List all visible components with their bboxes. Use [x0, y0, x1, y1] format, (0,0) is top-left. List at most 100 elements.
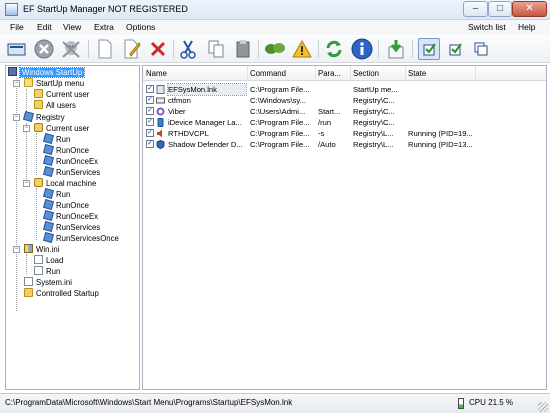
row-checkbox[interactable]: ✓ — [146, 96, 154, 104]
menu-help[interactable]: Help — [518, 22, 535, 32]
ini-file-icon — [24, 244, 33, 253]
toolbar-separator — [173, 40, 174, 58]
registry-key-icon — [42, 220, 55, 233]
registry-key-icon — [42, 231, 55, 244]
row-name: iDevice Manager La... — [168, 118, 242, 127]
row-checkbox[interactable]: ✓ — [146, 140, 154, 148]
column-header-name[interactable]: Name — [146, 69, 167, 78]
copy-icon[interactable] — [205, 38, 227, 60]
tree-node-runservices[interactable]: RunServices — [42, 165, 100, 178]
collapse-toggle[interactable]: − — [13, 246, 20, 253]
row-checkbox[interactable]: ✓ — [146, 118, 154, 126]
table-row[interactable]: ✓ iDevice Manager La... C:\Program File.… — [143, 117, 546, 128]
tree-pane[interactable]: Windows StartUp − StartUp menu Current u… — [5, 65, 140, 390]
menu-extra[interactable]: Extra — [94, 22, 114, 32]
tree-node-current-user-registry[interactable]: Current user — [34, 123, 89, 134]
registry-key-icon — [42, 132, 55, 145]
tree-node-windows-startup[interactable]: Windows StartUp — [8, 67, 86, 78]
tree-node-run[interactable]: Run — [42, 187, 70, 200]
column-divider[interactable] — [405, 66, 406, 81]
column-divider[interactable] — [350, 66, 351, 81]
tree-node-controlled-startup[interactable]: Controlled Startup — [24, 288, 99, 299]
maximize-button[interactable]: □ — [488, 1, 512, 17]
column-header-command[interactable]: Command — [250, 69, 286, 78]
column-header-state[interactable]: State — [408, 69, 426, 78]
row-section: StartUp me... — [353, 85, 398, 94]
tree-node-runonceex[interactable]: RunOnceEx — [42, 209, 98, 222]
folder-icon — [34, 89, 43, 98]
tree-node-run[interactable]: Run — [34, 266, 60, 277]
table-row[interactable]: ✓ RTHDVCPL C:\Program File... -s Registr… — [143, 128, 546, 139]
open-icon[interactable] — [6, 38, 28, 60]
edit-icon[interactable] — [121, 38, 143, 60]
menu-bar: File Edit View Extra Options Switch list… — [0, 20, 550, 35]
column-header-section[interactable]: Section — [353, 69, 379, 78]
table-row[interactable]: ✓ Viber C:\Users\Admi... Start... Regist… — [143, 106, 546, 117]
minimize-button[interactable]: – — [463, 1, 488, 17]
tree-node-runonce[interactable]: RunOnce — [42, 143, 89, 156]
leaves-icon[interactable] — [264, 38, 286, 60]
row-name: Viber — [168, 107, 186, 116]
file-icon — [156, 85, 165, 94]
menu-view[interactable]: View — [63, 22, 81, 32]
menu-file[interactable]: File — [10, 22, 24, 32]
tree-node-registry[interactable]: Registry — [22, 110, 65, 123]
cut-icon[interactable] — [177, 38, 199, 60]
tree-node-win-ini[interactable]: Win.ini — [24, 244, 59, 255]
stop-icon[interactable] — [33, 38, 55, 60]
column-divider[interactable] — [475, 66, 476, 81]
table-row[interactable]: ✓ EFSysMon.lnk C:\Program File... StartU… — [143, 83, 546, 96]
skull-icon[interactable] — [60, 38, 82, 60]
row-checkbox[interactable]: ✓ — [146, 85, 154, 93]
collapse-toggle[interactable]: − — [23, 125, 30, 132]
row-params: /run — [318, 118, 332, 127]
refresh-icon[interactable] — [323, 38, 345, 60]
menu-switch-list[interactable]: Switch list — [468, 22, 506, 32]
table-row[interactable]: ✓ ctfmon C:\Windows\sy... Registry\C... — [143, 95, 546, 106]
new-document-icon[interactable] — [94, 38, 116, 60]
column-divider[interactable] — [315, 66, 316, 81]
info-icon[interactable] — [351, 38, 373, 60]
collapse-toggle[interactable]: − — [13, 114, 20, 121]
checklist-icon[interactable] — [418, 38, 440, 60]
column-divider[interactable] — [247, 66, 248, 81]
row-checkbox[interactable]: ✓ — [146, 107, 154, 115]
tree-node-local-machine[interactable]: Local machine — [34, 178, 96, 189]
registry-key-icon — [42, 198, 55, 211]
status-path: C:\ProgramData\Microsoft\Windows\Start M… — [5, 398, 293, 407]
tree-line — [26, 123, 27, 187]
registry-key-icon — [42, 165, 55, 178]
tree-node-startup-menu[interactable]: StartUp menu — [24, 78, 84, 89]
table-row[interactable]: ✓ Shadow Defender D... C:\Program File..… — [143, 139, 546, 150]
tree-node-all-users[interactable]: All users — [34, 100, 76, 111]
close-button[interactable]: ✕ — [512, 1, 547, 17]
menu-edit[interactable]: Edit — [37, 22, 52, 32]
registry-key-icon — [42, 143, 55, 156]
collapse-toggle[interactable]: − — [13, 80, 20, 87]
tree-node-load[interactable]: Load — [34, 255, 63, 266]
check-icon[interactable] — [444, 38, 466, 60]
resize-grip[interactable] — [538, 402, 548, 412]
tree-node-run[interactable]: Run — [42, 132, 70, 145]
computer-icon — [34, 178, 43, 187]
tree-node-runservicesonce[interactable]: RunServicesOnce — [42, 231, 119, 244]
tree-node-runonceex[interactable]: RunOnceEx — [42, 154, 98, 167]
warning-icon[interactable] — [291, 38, 313, 60]
windows-icon[interactable] — [470, 38, 492, 60]
page-icon — [24, 277, 33, 286]
collapse-toggle[interactable]: − — [23, 180, 30, 187]
row-command: C:\Program File... — [250, 140, 310, 149]
download-icon[interactable] — [385, 38, 407, 60]
tree-node-current-user[interactable]: Current user — [34, 89, 89, 100]
tree-node-runonce[interactable]: RunOnce — [42, 198, 89, 211]
row-checkbox[interactable]: ✓ — [146, 129, 154, 137]
column-header-params[interactable]: Para... — [318, 69, 341, 78]
toolbar-separator — [412, 40, 413, 58]
tree-node-runservices[interactable]: RunServices — [42, 220, 100, 233]
status-bar: C:\ProgramData\Microsoft\Windows\Start M… — [0, 393, 550, 413]
tree-node-system-ini[interactable]: System.ini — [24, 277, 72, 288]
delete-icon[interactable] — [147, 38, 169, 60]
menu-options[interactable]: Options — [126, 22, 155, 32]
startup-list[interactable]: Name Command Para... Section State ✓ EFS… — [142, 65, 547, 390]
paste-icon[interactable] — [232, 38, 254, 60]
